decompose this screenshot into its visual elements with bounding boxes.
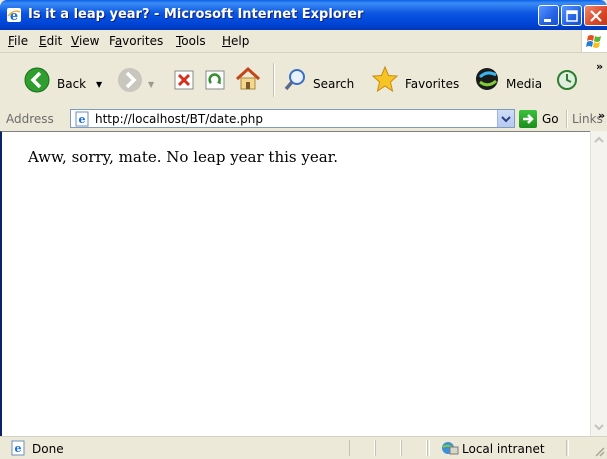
refresh-icon[interactable] (204, 69, 226, 91)
standard-toolbar: Back ▼ ▼ Search Favorites Media (0, 53, 607, 108)
scroll-up-button[interactable] (591, 131, 607, 148)
toolbar-overflow-chevron-icon[interactable]: » (596, 60, 603, 73)
status-bar: e Done Local intranet (0, 436, 607, 459)
menu-edit[interactable]: Edit (39, 34, 62, 48)
links-separator (566, 110, 568, 128)
close-button[interactable] (584, 5, 607, 26)
menu-help[interactable]: Help (222, 34, 249, 48)
maximize-button[interactable] (561, 5, 582, 26)
toolbar-separator (273, 63, 275, 97)
page-message: Aww, sorry, mate. No leap year this year… (28, 148, 338, 166)
vertical-scrollbar[interactable] (590, 131, 607, 436)
go-label[interactable]: Go (542, 112, 559, 126)
page-ie-icon: e (75, 111, 89, 127)
back-dropdown-icon[interactable]: ▼ (96, 80, 102, 89)
chevron-up-icon (594, 136, 604, 143)
address-label: Address (6, 112, 54, 126)
scroll-down-button[interactable] (591, 419, 607, 436)
status-pane (375, 440, 401, 456)
minimize-button[interactable] (538, 5, 559, 26)
chevron-down-icon (501, 116, 511, 123)
security-zone-text: Local intranet (462, 442, 545, 456)
stop-icon[interactable] (173, 69, 195, 91)
back-label[interactable]: Back (57, 77, 86, 91)
window-title: Is it a leap year? - Microsoft Internet … (28, 7, 364, 22)
ie-logo-icon: e (7, 8, 21, 23)
status-pane (427, 440, 430, 456)
chevron-down-icon (594, 424, 604, 431)
close-icon (590, 10, 602, 22)
status-text: Done (32, 442, 64, 456)
history-icon[interactable] (555, 68, 579, 92)
menu-favorites[interactable]: Favorites (109, 34, 163, 48)
intranet-zone-icon (442, 442, 459, 455)
back-arrow-icon[interactable] (24, 67, 50, 93)
maximize-icon (566, 10, 578, 22)
media-icon[interactable] (474, 66, 502, 92)
windows-flag-icon (581, 30, 607, 52)
home-icon[interactable] (234, 66, 262, 92)
favorites-star-icon[interactable] (371, 65, 399, 93)
ie-window: e Is it a leap year? - Microsoft Interne… (0, 0, 607, 459)
status-pane (349, 440, 375, 456)
address-bar: Address e http://localhost/BT/date.php G… (0, 107, 607, 132)
go-arrow-icon (523, 114, 534, 124)
address-url[interactable]: http://localhost/BT/date.php (95, 112, 263, 126)
media-label[interactable]: Media (506, 77, 542, 91)
resize-grip-icon[interactable] (593, 445, 605, 457)
search-icon[interactable] (283, 66, 309, 92)
address-dropdown-button[interactable] (497, 110, 514, 127)
address-input[interactable]: e http://localhost/BT/date.php (70, 109, 515, 128)
page-content: Aww, sorry, mate. No leap year this year… (0, 131, 607, 436)
svg-text:e: e (79, 113, 86, 126)
forward-arrow-icon[interactable] (117, 67, 143, 93)
menu-tools[interactable]: Tools (176, 34, 206, 48)
menu-bar: File Edit View Favorites Tools Help (0, 30, 607, 53)
favorites-label[interactable]: Favorites (405, 77, 459, 91)
search-label[interactable]: Search (313, 77, 354, 91)
menu-file[interactable]: File (8, 34, 28, 48)
status-pane (566, 440, 569, 456)
svg-text:e: e (15, 442, 22, 455)
title-bar[interactable]: e Is it a leap year? - Microsoft Interne… (0, 0, 607, 30)
menu-view[interactable]: View (71, 34, 99, 48)
go-button[interactable] (519, 110, 537, 128)
minimize-icon (544, 19, 551, 22)
links-chevron-icon[interactable]: » (598, 109, 605, 122)
page-done-icon: e (11, 440, 25, 456)
forward-dropdown-icon[interactable]: ▼ (148, 80, 154, 89)
status-pane (401, 440, 427, 456)
